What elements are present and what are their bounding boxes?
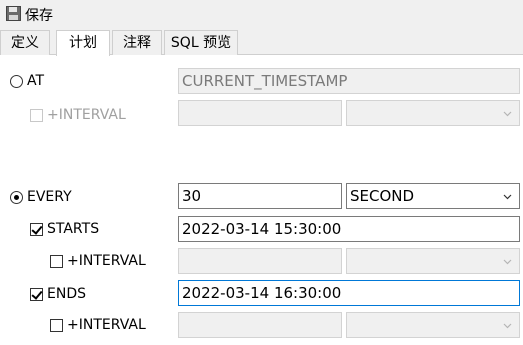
schedule-panel: AT CURRENT_TIMESTAMP +INTERVAL EVERY 30 … <box>0 55 523 345</box>
starts-label: STARTS <box>47 221 100 237</box>
ends-interval-unit-select[interactable] <box>346 312 520 338</box>
ends-label: ENDS <box>47 286 86 302</box>
toolbar: 保存 <box>0 0 523 30</box>
ends-checkbox[interactable] <box>30 287 43 301</box>
ends-interval-option[interactable]: +INTERVAL <box>50 317 146 333</box>
starts-checkbox[interactable] <box>30 222 43 236</box>
every-label: EVERY <box>27 189 72 205</box>
starts-interval-label: +INTERVAL <box>67 253 146 269</box>
every-radio[interactable] <box>10 190 23 204</box>
at-label: AT <box>27 73 45 89</box>
chevron-down-icon <box>503 111 512 116</box>
starts-interval-checkbox[interactable] <box>50 254 63 268</box>
chevron-down-icon <box>503 194 512 199</box>
at-interval-option[interactable]: +INTERVAL <box>30 107 126 123</box>
ends-interval-checkbox[interactable] <box>50 318 63 332</box>
tab-bar: 定义 计划 注释 SQL 预览 <box>0 30 523 56</box>
every-unit-select[interactable]: SECOND <box>346 183 520 209</box>
ends-interval-label: +INTERVAL <box>67 317 146 333</box>
at-interval-checkbox[interactable] <box>30 108 43 122</box>
ends-option[interactable]: ENDS <box>30 286 86 302</box>
starts-option[interactable]: STARTS <box>30 221 99 237</box>
floppy-disk-icon <box>6 5 21 25</box>
save-button[interactable]: 保存 <box>2 4 57 26</box>
every-unit-value: SECOND <box>350 187 415 205</box>
tab-definition[interactable]: 定义 <box>0 30 50 55</box>
at-option[interactable]: AT <box>10 73 44 89</box>
starts-interval-option[interactable]: +INTERVAL <box>50 253 146 269</box>
at-interval-value-field[interactable] <box>178 100 342 126</box>
every-value-field[interactable]: 30 <box>178 183 342 209</box>
save-button-label: 保存 <box>25 8 53 24</box>
ends-interval-value-field[interactable] <box>178 312 342 338</box>
tab-schedule[interactable]: 计划 <box>56 30 110 56</box>
tab-comment[interactable]: 注释 <box>112 30 162 55</box>
at-timestamp-field[interactable]: CURRENT_TIMESTAMP <box>178 68 520 94</box>
starts-interval-unit-select[interactable] <box>346 248 520 274</box>
at-radio[interactable] <box>10 74 23 88</box>
chevron-down-icon <box>503 323 512 328</box>
starts-datetime-field[interactable]: 2022-03-14 15:30:00 <box>178 216 520 242</box>
chevron-down-icon <box>503 259 512 264</box>
tab-sql-preview[interactable]: SQL 预览 <box>164 30 238 55</box>
ends-datetime-field[interactable]: 2022-03-14 16:30:00 <box>178 280 520 306</box>
every-option[interactable]: EVERY <box>10 189 72 205</box>
at-interval-unit-select[interactable] <box>346 100 520 126</box>
at-interval-label: +INTERVAL <box>47 107 126 123</box>
starts-interval-value-field[interactable] <box>178 248 342 274</box>
